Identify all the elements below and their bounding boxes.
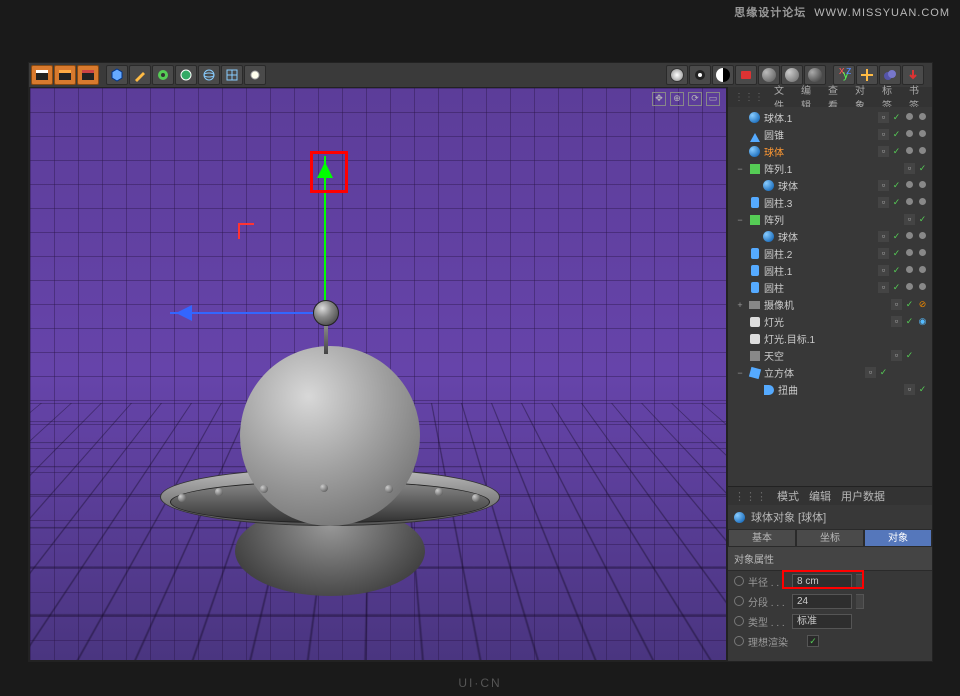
footer-logo: UI·CN xyxy=(458,676,501,690)
pen-tool-icon[interactable] xyxy=(129,65,151,85)
x-axis-arrow[interactable] xyxy=(170,312,325,314)
aperture-icon[interactable] xyxy=(689,65,711,85)
clapper2-icon[interactable] xyxy=(54,65,76,85)
tree-row[interactable]: 圆柱▫✓ xyxy=(728,279,932,296)
object-panel-tabs[interactable]: ⋮⋮⋮ 文件编辑查看对象标签书签 xyxy=(728,87,932,107)
viewport[interactable]: ✥⊕⟳▭ xyxy=(29,87,727,661)
svg-text:z: z xyxy=(846,68,851,77)
gear-icon[interactable] xyxy=(152,65,174,85)
attributes-panel: ⋮⋮⋮ 模式编辑用户数据 球体对象 [球体] 基本 坐标 对象 对象属性 半径 … xyxy=(728,486,932,661)
cube-tool-icon[interactable] xyxy=(106,65,128,85)
gizmo-plane[interactable] xyxy=(238,223,254,239)
light-tool-icon[interactable] xyxy=(244,65,266,85)
attr-row[interactable]: 分段 . . .24 xyxy=(728,591,932,611)
attr-row[interactable]: 类型 . . .标准 xyxy=(728,611,932,631)
attr-subtabs[interactable]: 基本 坐标 对象 xyxy=(728,529,932,547)
antenna xyxy=(324,326,328,354)
tree-row[interactable]: 圆柱.2▫✓ xyxy=(728,245,932,262)
main-toolbar: xyz xyxy=(29,63,932,87)
tab-coord[interactable]: 坐标 xyxy=(796,529,864,547)
sphere-wire-icon[interactable] xyxy=(198,65,220,85)
tree-row[interactable]: 圆锥▫✓ xyxy=(728,126,932,143)
tree-row[interactable]: 灯光▫✓◉ xyxy=(728,313,932,330)
tree-row[interactable]: −立方体▫✓ xyxy=(728,364,932,381)
tree-row[interactable]: 球体.1▫✓ xyxy=(728,109,932,126)
grid-icon[interactable] xyxy=(221,65,243,85)
tab-object[interactable]: 对象 xyxy=(864,529,932,547)
contrast-icon[interactable] xyxy=(712,65,734,85)
tree-row[interactable]: 球体▫✓ xyxy=(728,177,932,194)
tree-row[interactable]: 圆柱.1▫✓ xyxy=(728,262,932,279)
attr-object-title: 球体对象 [球体] xyxy=(728,505,932,529)
tree-row[interactable]: 扭曲▫✓ xyxy=(728,381,932,398)
watermark: 思缘设计论坛WWW.MISSYUAN.COM xyxy=(734,4,950,20)
target-icon[interactable] xyxy=(666,65,688,85)
attr-row[interactable]: 半径 . . .8 cm xyxy=(728,571,932,591)
tree-row[interactable]: +摄像机▫✓⊘ xyxy=(728,296,932,313)
tree-row[interactable]: 球体▫✓ xyxy=(728,143,932,160)
clapper-icon[interactable] xyxy=(31,65,53,85)
attr-section-header: 对象属性 xyxy=(728,547,932,571)
tree-row[interactable]: 圆柱.3▫✓ xyxy=(728,194,932,211)
ufo-model[interactable] xyxy=(160,346,500,586)
small-sphere[interactable] xyxy=(313,300,339,326)
tree-row[interactable]: −阵列▫✓ xyxy=(728,211,932,228)
tab-basic[interactable]: 基本 xyxy=(728,529,796,547)
tree-row[interactable]: −阵列.1▫✓ xyxy=(728,160,932,177)
tree-row[interactable]: 球体▫✓ xyxy=(728,228,932,245)
record-icon[interactable] xyxy=(735,65,757,85)
tree-row[interactable]: 灯光.目标.1 xyxy=(728,330,932,347)
app-window: xyz ✥⊕⟳▭ ⋮⋮⋮ xyxy=(28,62,933,662)
tree-row[interactable]: 天空▫✓ xyxy=(728,347,932,364)
clapper3-icon[interactable] xyxy=(77,65,99,85)
right-panel: ⋮⋮⋮ 文件编辑查看对象标签书签 球体.1▫✓圆锥▫✓球体▫✓−阵列.1▫✓球体… xyxy=(727,87,932,661)
deformer-icon[interactable] xyxy=(175,65,197,85)
highlight-box-arrow xyxy=(310,151,348,193)
object-tree[interactable]: 球体.1▫✓圆锥▫✓球体▫✓−阵列.1▫✓球体▫✓圆柱.3▫✓−阵列▫✓球体▫✓… xyxy=(728,107,932,486)
attr-panel-tabs[interactable]: ⋮⋮⋮ 模式编辑用户数据 xyxy=(728,487,932,505)
attr-row[interactable]: 理想渲染✓ xyxy=(728,631,932,651)
viewport-nav-icons[interactable]: ✥⊕⟳▭ xyxy=(652,92,720,106)
